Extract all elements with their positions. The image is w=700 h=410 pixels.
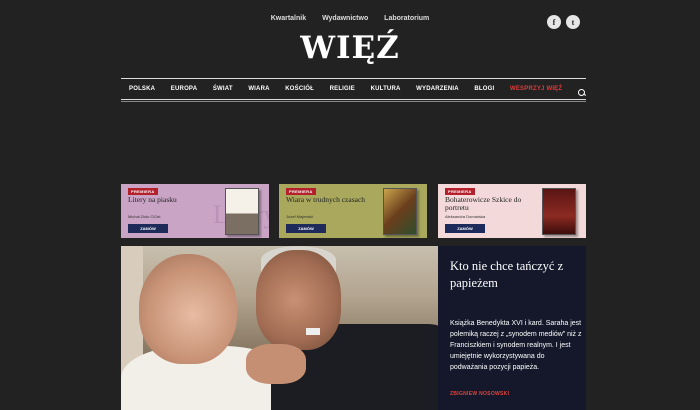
nav-item-polska[interactable]: POLSKA <box>129 86 155 92</box>
book-cover-image <box>383 188 417 235</box>
top-link-laboratorium[interactable]: Laboratorium <box>384 15 429 22</box>
nav-item-support[interactable]: WESPRZYJ WIĘŹ <box>510 86 562 92</box>
ad-badge: PREMIERA <box>128 188 158 195</box>
ad-title: Litery na piasku <box>128 195 177 204</box>
ad-title: Wiara w trudnych czasach <box>286 195 366 204</box>
book-ad-2[interactable]: PREMIERA Wiara w trudnych czasach Józef … <box>279 184 427 238</box>
facebook-icon[interactable]: f <box>547 15 561 29</box>
ad-title: Bohaterowicze Szkice do portretu <box>445 195 522 212</box>
book-ad-3[interactable]: PREMIERA Bohaterowicze Szkice do portret… <box>438 184 586 238</box>
nav-item-blogi[interactable]: BLOGI <box>474 86 494 92</box>
featured-photo[interactable] <box>121 246 438 410</box>
book-cover-image <box>225 188 259 235</box>
ad-badge: PREMIERA <box>286 188 316 195</box>
featured-article[interactable]: Kto nie chce tańczyć z papieżem Książka … <box>121 246 586 410</box>
featured-text-panel: Kto nie chce tańczyć z papieżem Książka … <box>438 246 586 410</box>
order-button[interactable]: ZAMÓW <box>445 224 485 233</box>
nav-item-wiara[interactable]: WIARA <box>248 86 269 92</box>
main-nav: POLSKA EUROPA ŚWIAT WIARA KOŚCIÓŁ RELIGI… <box>121 78 586 102</box>
twitter-icon[interactable]: t <box>566 15 580 29</box>
nav-item-kultura[interactable]: KULTURA <box>371 86 401 92</box>
featured-headline[interactable]: Kto nie chce tańczyć z papieżem <box>450 258 580 292</box>
ad-author: Michał Zioło OCist <box>128 214 161 219</box>
nav-item-europa[interactable]: EUROPA <box>171 86 197 92</box>
order-button[interactable]: ZAMÓW <box>286 224 326 233</box>
nav-item-religie[interactable]: RELIGIE <box>330 86 355 92</box>
top-links: Kwartalnik Wydawnictwo Laboratorium <box>0 15 700 22</box>
top-link-wydawnictwo[interactable]: Wydawnictwo <box>322 15 368 22</box>
nav-item-swiat[interactable]: ŚWIAT <box>213 86 233 92</box>
site-logo[interactable]: WIĘŹ <box>0 30 700 66</box>
nav-item-wydarzenia[interactable]: WYDARZENIA <box>416 86 459 92</box>
nav-item-kosciol[interactable]: KOŚCIÓŁ <box>285 86 314 92</box>
order-button[interactable]: ZAMÓW <box>128 224 168 233</box>
book-ad-1[interactable]: Litery PREMIERA Litery na piasku Michał … <box>121 184 269 238</box>
featured-author[interactable]: ZBIGNIEW NOSOWSKI <box>450 391 509 397</box>
book-cover-image <box>542 188 576 235</box>
ad-badge: PREMIERA <box>445 188 475 195</box>
social-links: f t <box>547 15 580 29</box>
featured-lead: Książka Benedykta XVI i kard. Saraha jes… <box>450 320 582 371</box>
ad-author: Józef Majewski <box>286 214 314 219</box>
top-link-kwartalnik[interactable]: Kwartalnik <box>271 15 306 22</box>
ad-author: Aleksandra Domańska <box>445 214 486 219</box>
